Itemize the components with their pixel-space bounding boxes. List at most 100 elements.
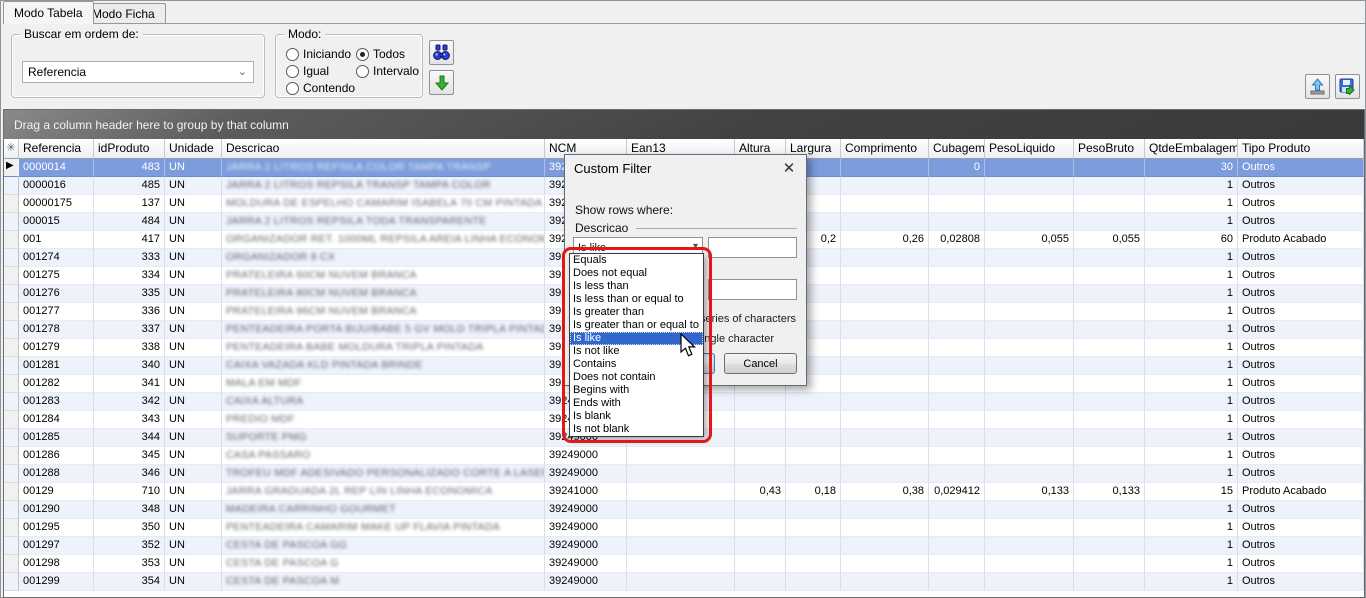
grid-indicator-header[interactable]: ✳ xyxy=(4,139,19,159)
table-row[interactable]: 00129710UNJARRA GRADUADA 2L REP LIN LINH… xyxy=(4,483,1364,501)
cell-comprimento[interactable] xyxy=(841,213,929,231)
cell-qtdeembalagem[interactable]: 1 xyxy=(1145,213,1238,231)
cell-referencia[interactable]: 001288 xyxy=(19,465,94,483)
cell-ncm[interactable]: 39249000 xyxy=(545,555,627,573)
cell-idproduto[interactable]: 484 xyxy=(94,213,165,231)
cell-altura[interactable] xyxy=(735,501,786,519)
cell-referencia[interactable]: 0000014 xyxy=(19,159,94,177)
cell-ean13[interactable] xyxy=(627,483,735,501)
cell-tipoproduto[interactable]: Outros xyxy=(1238,321,1364,339)
cell-cubagem[interactable] xyxy=(929,285,985,303)
cell-unidade[interactable]: UN xyxy=(165,303,222,321)
cell-unidade[interactable]: UN xyxy=(165,321,222,339)
cell-qtdeembalagem[interactable]: 1 xyxy=(1145,555,1238,573)
cell-cubagem[interactable] xyxy=(929,267,985,285)
cell-pesoliquido[interactable] xyxy=(985,213,1074,231)
cell-tipoproduto[interactable]: Outros xyxy=(1238,411,1364,429)
cell-idproduto[interactable]: 345 xyxy=(94,447,165,465)
cell-ean13[interactable] xyxy=(627,573,735,591)
cell-qtdeembalagem[interactable]: 1 xyxy=(1145,393,1238,411)
dropdown-item-is-less-than-or-equal-to[interactable]: Is less than or equal to xyxy=(570,293,703,306)
column-header-pesobruto[interactable]: PesoBruto xyxy=(1074,139,1145,159)
cell-pesoliquido[interactable] xyxy=(985,285,1074,303)
dropdown-item-does-not-equal[interactable]: Does not equal xyxy=(570,267,703,280)
cell-pesoliquido[interactable] xyxy=(985,537,1074,555)
cell-descricao[interactable]: PREDIO MDF xyxy=(222,411,545,429)
column-header-pesoliquido[interactable]: PesoLiquido xyxy=(985,139,1074,159)
column-header-idproduto[interactable]: idProduto xyxy=(94,139,165,159)
cell-referencia[interactable]: 001279 xyxy=(19,339,94,357)
cell-idproduto[interactable]: 417 xyxy=(94,231,165,249)
cell-unidade[interactable]: UN xyxy=(165,195,222,213)
cell-pesoliquido[interactable] xyxy=(985,501,1074,519)
column-header-qtdeembalagem[interactable]: QtdeEmbalagem xyxy=(1145,139,1238,159)
cell-pesobruto[interactable] xyxy=(1074,465,1145,483)
cell-unidade[interactable]: UN xyxy=(165,501,222,519)
dropdown-item-is-not-blank[interactable]: Is not blank xyxy=(570,423,703,436)
cell-pesoliquido[interactable] xyxy=(985,267,1074,285)
cell-comprimento[interactable] xyxy=(841,501,929,519)
cell-idproduto[interactable]: 338 xyxy=(94,339,165,357)
cell-referencia[interactable]: 001290 xyxy=(19,501,94,519)
cell-descricao[interactable]: CESTA DE PASCOA G xyxy=(222,555,545,573)
search-order-combobox[interactable]: Referencia ⌄ xyxy=(22,61,254,83)
dropdown-item-ends-with[interactable]: Ends with xyxy=(570,397,703,410)
cell-cubagem[interactable]: 0,029412 xyxy=(929,483,985,501)
cell-idproduto[interactable]: 483 xyxy=(94,159,165,177)
cell-comprimento[interactable] xyxy=(841,537,929,555)
cell-comprimento[interactable] xyxy=(841,303,929,321)
cell-referencia[interactable]: 001 xyxy=(19,231,94,249)
cell-pesobruto[interactable] xyxy=(1074,321,1145,339)
cell-altura[interactable]: 0,43 xyxy=(735,483,786,501)
cell-pesoliquido[interactable] xyxy=(985,321,1074,339)
cell-pesobruto[interactable] xyxy=(1074,249,1145,267)
cell-unidade[interactable]: UN xyxy=(165,231,222,249)
mode-radio-igual[interactable]: Igual xyxy=(286,64,329,78)
cell-idproduto[interactable]: 137 xyxy=(94,195,165,213)
cell-tipoproduto[interactable]: Outros xyxy=(1238,303,1364,321)
cell-cubagem[interactable] xyxy=(929,519,985,537)
cell-pesoliquido[interactable] xyxy=(985,375,1074,393)
cell-descricao[interactable]: JARRA 2 LITROS REPSILA TODA TRANSPARENTE xyxy=(222,213,545,231)
tab-modo-ficha[interactable]: Modo Ficha xyxy=(81,3,166,23)
search-button[interactable] xyxy=(429,40,454,65)
cell-qtdeembalagem[interactable]: 1 xyxy=(1145,429,1238,447)
cell-tipoproduto[interactable]: Produto Acabado xyxy=(1238,231,1364,249)
cell-largura[interactable] xyxy=(786,447,841,465)
cell-idproduto[interactable]: 346 xyxy=(94,465,165,483)
cell-referencia[interactable]: 001281 xyxy=(19,357,94,375)
cell-comprimento[interactable] xyxy=(841,285,929,303)
table-row[interactable]: 001286345UNCASA PASSARO392490001Outros xyxy=(4,447,1364,465)
cell-qtdeembalagem[interactable]: 1 xyxy=(1145,321,1238,339)
cell-idproduto[interactable]: 344 xyxy=(94,429,165,447)
cell-referencia[interactable]: 001295 xyxy=(19,519,94,537)
cell-pesobruto[interactable] xyxy=(1074,573,1145,591)
dropdown-item-is-like[interactable]: Is like xyxy=(570,332,703,345)
cell-ncm[interactable]: 39241000 xyxy=(545,483,627,501)
cell-pesoliquido[interactable]: 0,133 xyxy=(985,483,1074,501)
cell-pesoliquido[interactable] xyxy=(985,573,1074,591)
cell-pesobruto[interactable] xyxy=(1074,429,1145,447)
cell-descricao[interactable]: CAIXA ALTURA xyxy=(222,393,545,411)
cell-referencia[interactable]: 001274 xyxy=(19,249,94,267)
cell-qtdeembalagem[interactable]: 30 xyxy=(1145,159,1238,177)
cell-cubagem[interactable] xyxy=(929,195,985,213)
column-header-tipo-produto[interactable]: Tipo Produto xyxy=(1238,139,1364,159)
cell-ean13[interactable] xyxy=(627,555,735,573)
cell-referencia[interactable]: 00129 xyxy=(19,483,94,501)
cell-descricao[interactable]: PENTEADEIRA PORTA BIJU/BABE 5 GV MOLD TR… xyxy=(222,321,545,339)
cell-referencia[interactable]: 001277 xyxy=(19,303,94,321)
dropdown-item-is-greater-than-or-equal-to[interactable]: Is greater than or equal to xyxy=(570,319,703,332)
cell-idproduto[interactable]: 335 xyxy=(94,285,165,303)
cell-qtdeembalagem[interactable]: 15 xyxy=(1145,483,1238,501)
cell-qtdeembalagem[interactable]: 1 xyxy=(1145,411,1238,429)
cell-referencia[interactable]: 001297 xyxy=(19,537,94,555)
cell-pesoliquido[interactable] xyxy=(985,177,1074,195)
cell-idproduto[interactable]: 348 xyxy=(94,501,165,519)
cell-descricao[interactable]: CESTA DE PASCOA M xyxy=(222,573,545,591)
cell-altura[interactable] xyxy=(735,393,786,411)
cell-comprimento[interactable] xyxy=(841,267,929,285)
mode-radio-iniciando[interactable]: Iniciando xyxy=(286,47,351,61)
cell-altura[interactable] xyxy=(735,447,786,465)
table-row[interactable]: 001290348UNMADEIRA CARRINHO GOURMET39249… xyxy=(4,501,1364,519)
